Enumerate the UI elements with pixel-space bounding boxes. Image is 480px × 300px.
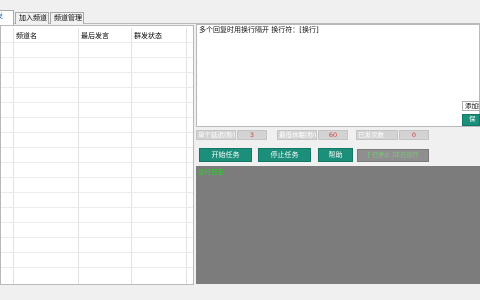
grid-divider (186, 28, 187, 284)
message-textarea[interactable]: 多个回复时用换行隔开 换行符：[换行] (196, 24, 480, 127)
status-indicator: [ 已停止 ]正在运行 (357, 149, 429, 162)
grid-divider (131, 28, 132, 284)
column-header-send-status[interactable]: 群发状态 (134, 31, 162, 41)
grid-row-line (1, 57, 193, 58)
tab-mass-send[interactable]: 发 (0, 10, 14, 25)
grid-row-line (1, 132, 193, 133)
app-window: 发 加入频道 频道管理 频道名 最后发言 群发状态 多个回复时用换行隔开 换行符… (0, 0, 480, 300)
grid-divider (78, 28, 79, 284)
grid-row-line (1, 237, 193, 238)
log-console[interactable]: 运行日志: (196, 166, 480, 284)
grid-header: 频道名 最后发言 群发状态 (1, 26, 193, 42)
grid-row-line (1, 102, 193, 103)
sleep-label: 最低休眠(秒) (277, 130, 317, 140)
grid-row-line (1, 207, 193, 208)
sleep-input[interactable]: 60 (318, 130, 348, 140)
column-header-last-message[interactable]: 最后发言 (81, 31, 109, 41)
delay-input[interactable]: 3 (237, 130, 267, 140)
grid-divider (13, 28, 14, 284)
grid-row-line (1, 192, 193, 193)
start-task-button[interactable]: 开始任务 (199, 148, 252, 162)
tab-bar: 发 加入频道 频道管理 (0, 10, 480, 25)
grid-row-line (1, 267, 193, 268)
help-button[interactable]: 帮助 (318, 148, 353, 162)
delay-label: 单个延迟(秒) (196, 130, 236, 140)
tab-join-channel[interactable]: 加入频道 (15, 12, 49, 24)
save-button[interactable]: 保 (462, 114, 480, 126)
column-header-channel[interactable]: 频道名 (16, 31, 37, 41)
grid-row-line (1, 147, 193, 148)
grid-row-line (1, 117, 193, 118)
sent-count-label: 已发次数 (356, 130, 398, 140)
tab-channel-manage[interactable]: 频道管理 (50, 12, 84, 24)
add-channel-button[interactable]: 添加频 (462, 101, 480, 111)
grid-row-line (1, 222, 193, 223)
channel-grid[interactable]: 频道名 最后发言 群发状态 (0, 25, 194, 285)
grid-row-line (1, 162, 193, 163)
grid-row-line (1, 87, 193, 88)
grid-row-line (1, 252, 193, 253)
grid-row-line (1, 72, 193, 73)
sent-count-input[interactable]: 0 (399, 130, 429, 140)
log-line: 运行日志: (198, 168, 227, 176)
stop-task-button[interactable]: 停止任务 (258, 148, 311, 162)
grid-row-line (1, 42, 193, 43)
grid-row-line (1, 177, 193, 178)
